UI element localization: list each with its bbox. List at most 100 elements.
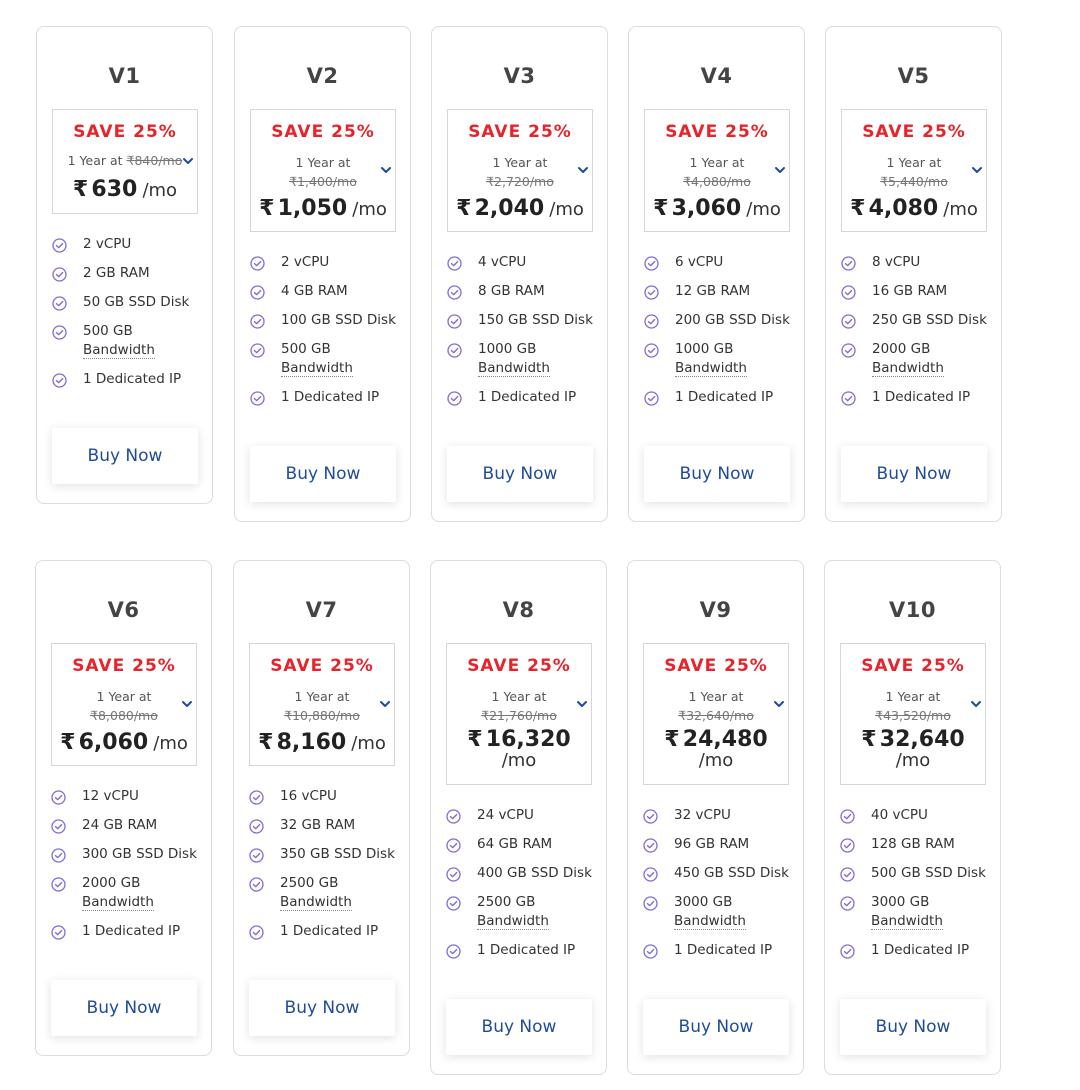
check-circle-icon bbox=[250, 285, 265, 300]
feature-text: 32 GB RAM bbox=[280, 817, 356, 833]
buy-now-button[interactable]: Buy Now bbox=[249, 980, 395, 1036]
price-unit: /mo bbox=[895, 750, 931, 771]
chevron-down-icon[interactable] bbox=[773, 698, 785, 710]
buy-now-button[interactable]: Buy Now bbox=[446, 999, 592, 1055]
feature-text: 500 GB bbox=[281, 341, 331, 357]
price-box[interactable]: SAVE 25% 1 Year at ₹10,880/mo ₹ 8,160 /mo bbox=[249, 643, 395, 766]
feature-item: 1 Dedicated IP bbox=[51, 370, 211, 389]
feature-item: 1 Dedicated IP bbox=[840, 388, 1000, 407]
check-circle-icon bbox=[643, 896, 658, 911]
save-badge: SAVE 25% bbox=[271, 122, 375, 142]
original-price: ₹21,760/mo bbox=[481, 708, 557, 723]
price-amount: 16,320 bbox=[485, 727, 571, 752]
check-circle-icon bbox=[51, 925, 66, 940]
feature-text: 350 GB SSD Disk bbox=[280, 846, 395, 862]
check-circle-icon bbox=[644, 343, 659, 358]
check-circle-icon bbox=[643, 809, 658, 824]
bandwidth-label: Bandwidth bbox=[478, 360, 550, 377]
feature-list: 16 vCPU 32 GB RAM 350 GB SSD Disk 2500 GB Ba… bbox=[248, 787, 408, 951]
feature-list: 40 vCPU 128 GB RAM 500 GB SSD Disk 3000 GB B… bbox=[839, 806, 999, 970]
feature-item: 500 GB Bandwidth bbox=[51, 322, 211, 360]
price-box[interactable]: SAVE 25% 1 Year at ₹5,440/mo ₹ 4,080 /mo bbox=[841, 109, 987, 232]
check-circle-icon bbox=[52, 325, 67, 340]
plan-name: V9 bbox=[699, 598, 732, 622]
feature-item: 4 vCPU bbox=[446, 253, 606, 272]
price-amount: 4,080 bbox=[868, 196, 939, 221]
chevron-down-icon[interactable] bbox=[182, 155, 194, 167]
original-price: ₹10,880/mo bbox=[284, 708, 360, 723]
plan-name: V4 bbox=[700, 64, 733, 88]
buy-now-button[interactable]: Buy Now bbox=[841, 446, 987, 502]
feature-item: 4 GB RAM bbox=[249, 282, 409, 301]
feature-text: 200 GB SSD Disk bbox=[675, 312, 790, 328]
current-price: ₹ 2,040 /mo bbox=[448, 196, 592, 221]
feature-text: 2000 GB bbox=[82, 875, 141, 891]
current-price: ₹ 4,080 /mo bbox=[842, 196, 986, 221]
price-amount: 1,050 bbox=[277, 196, 348, 221]
check-circle-icon bbox=[840, 867, 855, 882]
feature-text: 500 GB SSD Disk bbox=[871, 865, 986, 881]
check-circle-icon bbox=[840, 896, 855, 911]
original-price: ₹840/mo bbox=[126, 153, 183, 168]
feature-item: 3000 GB Bandwidth bbox=[642, 893, 802, 931]
buy-now-button[interactable]: Buy Now bbox=[51, 980, 197, 1036]
yearly-price-note: 1 Year at ₹21,760/mo bbox=[447, 687, 591, 725]
price-box[interactable]: SAVE 25% 1 Year at ₹43,520/mo ₹ 32,640/mo bbox=[840, 643, 986, 785]
feature-text: 6 vCPU bbox=[675, 254, 724, 270]
feature-item: 1 Dedicated IP bbox=[642, 941, 802, 960]
save-badge: SAVE 25% bbox=[468, 122, 572, 142]
buy-now-button[interactable]: Buy Now bbox=[250, 446, 396, 502]
chevron-down-icon[interactable] bbox=[577, 164, 589, 176]
buy-now-button[interactable]: Buy Now bbox=[447, 446, 593, 502]
buy-now-button[interactable]: Buy Now bbox=[840, 999, 986, 1055]
chevron-down-icon[interactable] bbox=[970, 698, 982, 710]
feature-item: 2 vCPU bbox=[249, 253, 409, 272]
feature-item: 1 Dedicated IP bbox=[248, 922, 408, 941]
check-circle-icon bbox=[447, 285, 462, 300]
chevron-down-icon[interactable] bbox=[971, 164, 983, 176]
plan-card: V10 SAVE 25% 1 Year at ₹43,520/mo ₹ 32,640/m… bbox=[824, 560, 1001, 1075]
check-circle-icon bbox=[52, 373, 67, 388]
price-box[interactable]: SAVE 25% 1 Year at ₹4,080/mo ₹ 3,060 /mo bbox=[644, 109, 790, 232]
check-circle-icon bbox=[249, 819, 264, 834]
yearly-price-note: 1 Year at ₹8,080/mo bbox=[52, 687, 196, 725]
price-box[interactable]: SAVE 25% 1 Year at ₹840/mo ₹ 630 /mo bbox=[52, 109, 198, 214]
price-box[interactable]: SAVE 25% 1 Year at ₹1,400/mo ₹ 1,050 /mo bbox=[250, 109, 396, 232]
price-unit: /mo bbox=[943, 199, 978, 220]
bandwidth-label: Bandwidth bbox=[281, 360, 353, 377]
feature-item: 16 GB RAM bbox=[840, 282, 1000, 301]
yearly-price-note: 1 Year at ₹1,400/mo bbox=[251, 153, 395, 191]
check-circle-icon bbox=[51, 790, 66, 805]
bandwidth-label: Bandwidth bbox=[871, 913, 943, 930]
price-amount: 630 bbox=[91, 177, 138, 202]
chevron-down-icon[interactable] bbox=[774, 164, 786, 176]
check-circle-icon bbox=[841, 256, 856, 271]
buy-now-button[interactable]: Buy Now bbox=[643, 999, 789, 1055]
feature-text: 1000 GB bbox=[478, 341, 537, 357]
buy-now-button[interactable]: Buy Now bbox=[52, 428, 198, 484]
price-box[interactable]: SAVE 25% 1 Year at ₹2,720/mo ₹ 2,040 /mo bbox=[447, 109, 593, 232]
chevron-down-icon[interactable] bbox=[380, 164, 392, 176]
feature-text: 1 Dedicated IP bbox=[83, 371, 182, 387]
currency-symbol: ₹ bbox=[664, 727, 680, 752]
buy-now-button[interactable]: Buy Now bbox=[644, 446, 790, 502]
original-price: ₹1,400/mo bbox=[289, 174, 357, 189]
feature-text: 3000 GB bbox=[674, 894, 733, 910]
feature-text: 64 GB RAM bbox=[477, 836, 553, 852]
chevron-down-icon[interactable] bbox=[576, 698, 588, 710]
price-box[interactable]: SAVE 25% 1 Year at ₹32,640/mo ₹ 24,480/mo bbox=[643, 643, 789, 785]
check-circle-icon bbox=[447, 314, 462, 329]
feature-text: 100 GB SSD Disk bbox=[281, 312, 396, 328]
feature-text: 1 Dedicated IP bbox=[281, 389, 380, 405]
currency-symbol: ₹ bbox=[653, 196, 669, 221]
plan-card: V6 SAVE 25% 1 Year at ₹8,080/mo ₹ 6,060 /mo 1… bbox=[35, 560, 212, 1056]
chevron-down-icon[interactable] bbox=[181, 698, 193, 710]
price-box[interactable]: SAVE 25% 1 Year at ₹8,080/mo ₹ 6,060 /mo bbox=[51, 643, 197, 766]
current-price: ₹ 630 /mo bbox=[53, 177, 197, 202]
chevron-down-icon[interactable] bbox=[379, 698, 391, 710]
currency-symbol: ₹ bbox=[467, 727, 483, 752]
check-circle-icon bbox=[446, 896, 461, 911]
currency-symbol: ₹ bbox=[258, 730, 274, 755]
current-price: ₹ 1,050 /mo bbox=[251, 196, 395, 221]
price-box[interactable]: SAVE 25% 1 Year at ₹21,760/mo ₹ 16,320/mo bbox=[446, 643, 592, 785]
